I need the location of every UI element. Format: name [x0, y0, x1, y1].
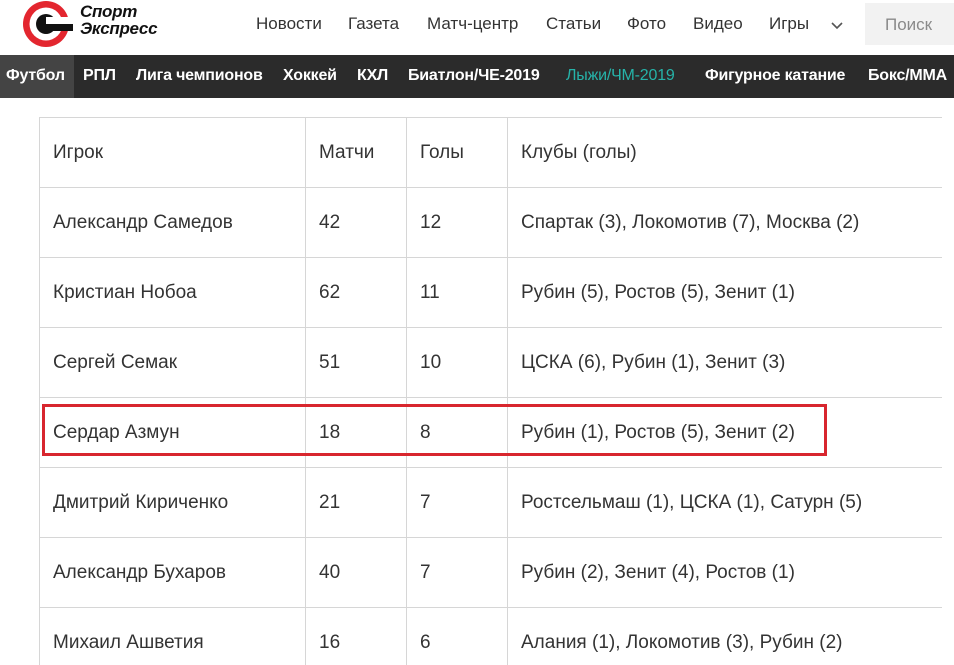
- search-placeholder: Поиск: [885, 15, 933, 34]
- goals-count: 7: [406, 467, 508, 538]
- header-goals: Голы: [406, 117, 508, 188]
- table-row: Дмитрий Кириченко 21 7 Ростсельмаш (1), …: [39, 467, 942, 538]
- header-matches: Матчи: [305, 117, 407, 188]
- table-row: Александр Бухаров 40 7 Рубин (2), Зенит …: [39, 537, 942, 608]
- clubs-goals: Рубин (5), Ростов (5), Зенит (1): [507, 257, 942, 328]
- nav-video[interactable]: Видео: [693, 14, 743, 34]
- table-row: Михаил Ашветия 16 6 Алания (1), Локомоти…: [39, 607, 942, 665]
- table-row: Александр Самедов 42 12 Спартак (3), Лок…: [39, 187, 942, 258]
- nav-newspaper[interactable]: Газета: [348, 14, 399, 34]
- nav-match-center[interactable]: Матч-центр: [427, 14, 518, 34]
- scorers-table-container: Игрок Матчи Голы Клубы (голы) Александр …: [39, 117, 942, 665]
- player-name: Александр Самедов: [39, 187, 306, 258]
- nav-photo[interactable]: Фото: [627, 14, 666, 34]
- goals-count: 12: [406, 187, 508, 258]
- table-header-row: Игрок Матчи Голы Клубы (голы): [39, 117, 942, 188]
- site-logo[interactable]: Спорт Экспресс: [21, 0, 181, 50]
- site-header: Спорт Экспресс Новости Газета Матч-центр…: [0, 0, 954, 55]
- goals-count: 10: [406, 327, 508, 398]
- matches-count: 21: [305, 467, 407, 538]
- player-name: Кристиан Нобоа: [39, 257, 306, 328]
- search-input[interactable]: Поиск: [865, 3, 954, 45]
- table-row: Сергей Семак 51 10 ЦСКА (6), Рубин (1), …: [39, 327, 942, 398]
- player-name: Михаил Ашветия: [39, 607, 306, 665]
- scorers-table: Игрок Матчи Голы Клубы (голы) Александр …: [39, 117, 942, 665]
- sport-nav: Футбол РПЛ Лига чемпионов Хоккей КХЛ Биа…: [0, 55, 954, 98]
- nav-articles[interactable]: Статьи: [546, 14, 601, 34]
- goals-count: 7: [406, 537, 508, 608]
- clubs-goals: ЦСКА (6), Рубин (1), Зенит (3): [507, 327, 942, 398]
- sport-tab-khl[interactable]: КХЛ: [357, 67, 388, 85]
- matches-count: 62: [305, 257, 407, 328]
- logo-line-1: Спорт: [80, 2, 138, 21]
- matches-count: 42: [305, 187, 407, 258]
- nav-news[interactable]: Новости: [256, 14, 322, 34]
- matches-count: 16: [305, 607, 407, 665]
- player-name: Александр Бухаров: [39, 537, 306, 608]
- clubs-goals: Спартак (3), Локомотив (7), Москва (2): [507, 187, 942, 258]
- logo-line-2: Экспресс: [80, 19, 158, 38]
- clubs-goals: Рубин (1), Ростов (5), Зенит (2): [507, 397, 942, 468]
- sport-tab-biathlon[interactable]: Биатлон/ЧЕ-2019: [408, 67, 540, 85]
- goals-count: 8: [406, 397, 508, 468]
- player-name: Сергей Семак: [39, 327, 306, 398]
- clubs-goals: Ростсельмаш (1), ЦСКА (1), Сатурн (5): [507, 467, 942, 538]
- sport-tab-skiing[interactable]: Лыжи/ЧМ-2019: [566, 67, 675, 85]
- goals-count: 6: [406, 607, 508, 665]
- player-name: Дмитрий Кириченко: [39, 467, 306, 538]
- sport-tab-football[interactable]: Футбол: [6, 67, 65, 85]
- header-clubs: Клубы (голы): [507, 117, 942, 188]
- logo-text: Спорт Экспресс: [80, 2, 158, 38]
- table-row: Кристиан Нобоа 62 11 Рубин (5), Ростов (…: [39, 257, 942, 328]
- matches-count: 18: [305, 397, 407, 468]
- sport-tab-champions-league[interactable]: Лига чемпионов: [136, 67, 263, 85]
- clubs-goals: Алания (1), Локомотив (3), Рубин (2): [507, 607, 942, 665]
- matches-count: 51: [305, 327, 407, 398]
- sport-tab-hockey[interactable]: Хоккей: [283, 67, 337, 85]
- clubs-goals: Рубин (2), Зенит (4), Ростов (1): [507, 537, 942, 608]
- sport-tab-rpl[interactable]: РПЛ: [83, 67, 116, 85]
- goals-count: 11: [406, 257, 508, 328]
- table-row: Сердар Азмун 18 8 Рубин (1), Ростов (5),…: [39, 397, 942, 468]
- header-player: Игрок: [39, 117, 306, 188]
- chevron-down-icon[interactable]: [830, 19, 844, 33]
- logo-icon: [23, 1, 73, 47]
- player-name: Сердар Азмун: [39, 397, 306, 468]
- nav-games[interactable]: Игры: [769, 14, 809, 34]
- sport-tab-boxing-mma[interactable]: Бокс/ММА: [868, 67, 947, 85]
- sport-tab-figure-skating[interactable]: Фигурное катание: [705, 67, 845, 85]
- matches-count: 40: [305, 537, 407, 608]
